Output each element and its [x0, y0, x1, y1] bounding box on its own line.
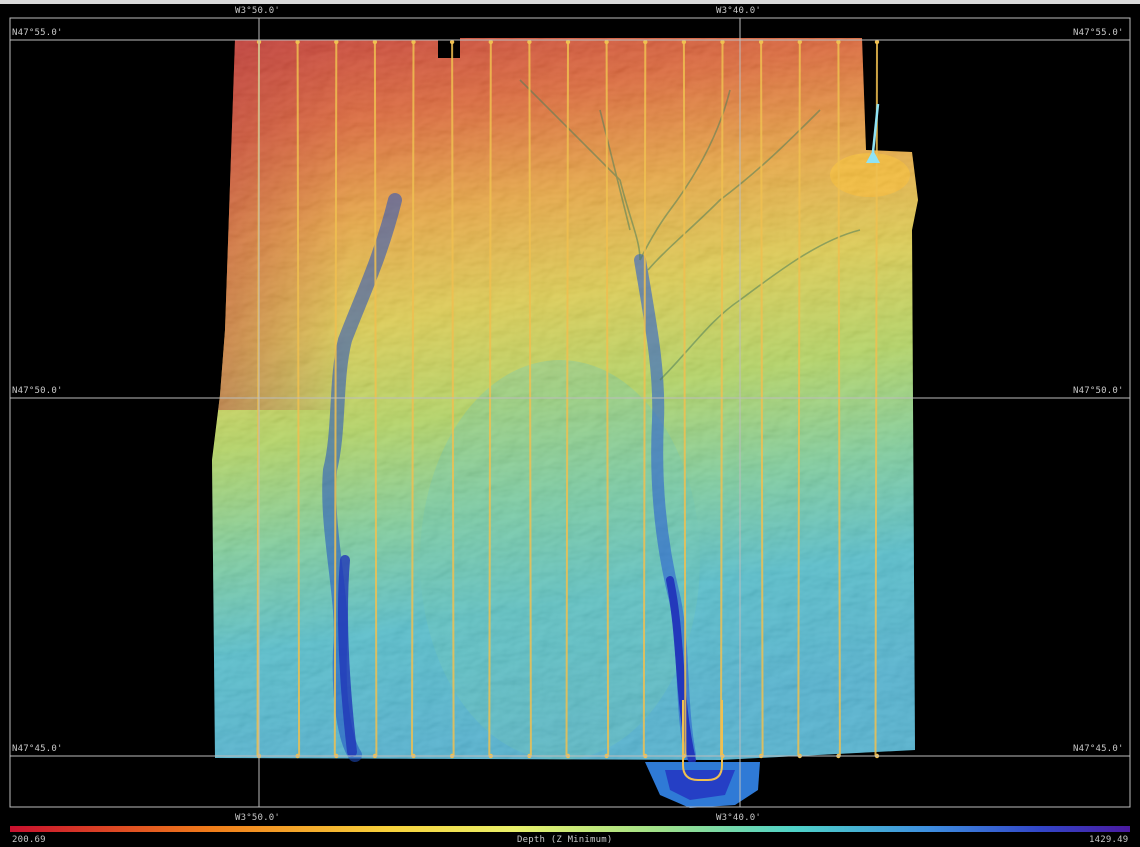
latitude-label-middle-right: N47°50.0': [1073, 386, 1124, 396]
colorbar-min-label: 200.69: [12, 835, 46, 845]
longitude-label-west: W3°50.0': [235, 6, 280, 16]
latitude-label-middle: N47°50.0': [12, 386, 63, 396]
longitude-label-west-bottom: W3°50.0': [235, 813, 280, 823]
latitude-label-south: N47°45.0': [12, 744, 63, 754]
longitude-label-east-bottom: W3°40.0': [716, 813, 761, 823]
latitude-label-south-right: N47°45.0': [1073, 744, 1124, 754]
depth-colorbar: [10, 826, 1130, 832]
bathymetry-map[interactable]: [0, 0, 1140, 847]
latitude-label-north-right: N47°55.0': [1073, 28, 1124, 38]
colorbar-title: Depth (Z Minimum): [517, 835, 613, 845]
bathymetry-surface: [212, 38, 918, 760]
colorbar-max-label: 1429.49: [1089, 835, 1129, 845]
longitude-label-east: W3°40.0': [716, 6, 761, 16]
latitude-label-north: N47°55.0': [12, 28, 63, 38]
southern-patch: [645, 762, 760, 808]
